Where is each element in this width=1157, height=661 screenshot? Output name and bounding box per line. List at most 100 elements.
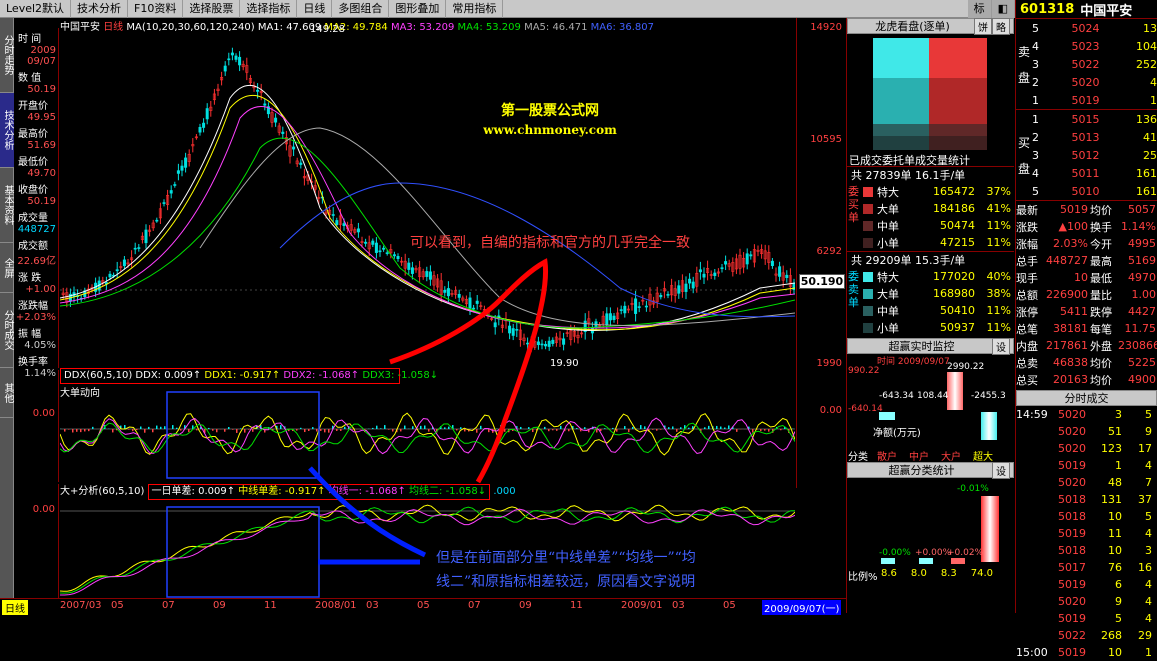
ma5-line: [200, 128, 795, 325]
tab-other[interactable]: 其他: [0, 368, 14, 418]
trade-row: 501914: [1016, 457, 1157, 474]
time-tick: 09: [519, 600, 532, 611]
toolbar-select-indicator[interactable]: 选择指标: [240, 0, 297, 18]
ddx-bar: [628, 429, 630, 432]
tab-minute-chart[interactable]: 分时走势: [0, 18, 14, 93]
ddx-bar: [68, 429, 70, 430]
candle-body: [703, 274, 705, 277]
quote-stats: 最新5019均价5057涨跌▲100换手1.14%涨幅2.03%今开4995总手…: [1016, 200, 1157, 388]
trade-row: 5019114: [1016, 525, 1157, 542]
toolbar-tech[interactable]: 技术分析: [71, 0, 128, 18]
candlestick-chart[interactable]: 149.28 19.90: [60, 18, 795, 368]
book-row[interactable]: 45023104: [1032, 37, 1157, 55]
time-tick: 2008/01: [315, 600, 357, 611]
stat-name: 小单: [877, 320, 913, 336]
classify-val-mid: 8.0: [911, 568, 927, 579]
candle-body: [116, 270, 118, 271]
stock-code: 601318: [1020, 2, 1074, 17]
candle-body: [426, 271, 428, 276]
time-axis: 日线 2007/03050709112008/0103050709112009/…: [0, 598, 846, 613]
candle-body: [364, 242, 366, 243]
trades-list[interactable]: 14:5950203550205195020123175019145020487…: [1016, 406, 1157, 661]
trades-header: 分时成交: [1016, 390, 1157, 406]
ddx-bar: [404, 426, 406, 429]
candle-body: [375, 243, 377, 253]
toolbar-period[interactable]: 日线: [297, 0, 332, 18]
toolbar-btn-b[interactable]: ◧: [992, 0, 1015, 18]
classify-pct-2: +0.00%: [915, 548, 951, 558]
toolbar-common-indicator[interactable]: 常用指标: [446, 0, 503, 18]
trade-time: 14:59: [1016, 408, 1050, 421]
book-row[interactable]: 15015136: [1032, 110, 1157, 128]
toolbar-f10[interactable]: F10资料: [128, 0, 183, 18]
classify-settings-button[interactable]: 设: [992, 462, 1010, 479]
ddx-bar: [676, 429, 678, 432]
quote-stat-label: 涨幅: [1016, 236, 1044, 252]
book-row[interactable]: 2501341: [1032, 128, 1157, 146]
candle-body: [332, 215, 334, 216]
ddx-bar: [152, 429, 154, 432]
stat-row: 小单5093711%: [863, 319, 1014, 336]
book-level: 5: [1032, 185, 1050, 198]
stat-row: 小单4721511%: [863, 234, 1014, 251]
book-row[interactable]: 35022252: [1032, 55, 1157, 73]
candle-body: [156, 220, 158, 221]
book-level: 1: [1032, 94, 1050, 107]
ddx-bar: [532, 429, 534, 432]
candle-body: [228, 59, 230, 60]
sub2-ma1: 均线一: -1.068↑: [329, 486, 406, 497]
toolbar-layout[interactable]: Level2默认: [0, 0, 71, 18]
watermark-title: 第一股票公式网: [450, 100, 650, 120]
trade-count: 1: [1122, 646, 1152, 659]
candle-body: [138, 248, 140, 249]
ddx-bar: [488, 429, 490, 432]
ddx-bar: [520, 427, 522, 429]
candle-body: [181, 166, 183, 170]
time-tick: 07: [162, 600, 175, 611]
quote-stat-label: 总手: [1016, 253, 1044, 269]
book-row[interactable]: 250204: [1032, 73, 1157, 91]
book-row[interactable]: 55010161: [1032, 182, 1157, 200]
tab-tech-analysis[interactable]: 技术分析: [0, 93, 14, 168]
toolbar-select-stock[interactable]: 选择股票: [183, 0, 240, 18]
quote-stat-row: 总买20163均价4900: [1016, 371, 1157, 388]
quote-stat-value: 1.00: [1118, 288, 1156, 301]
trade-price: 5022: [1050, 629, 1086, 642]
toolbar-multi[interactable]: 多图组合: [332, 0, 389, 18]
ddx-chart[interactable]: [60, 384, 795, 484]
trade-price: 5017: [1050, 561, 1086, 574]
candle-body: [494, 323, 496, 327]
stat-pct: 40%: [975, 270, 1011, 283]
stat-row: 中单5047411%: [863, 217, 1014, 234]
dragon-brief-button[interactable]: 略: [992, 18, 1010, 35]
realtime-settings-button[interactable]: 设: [992, 338, 1010, 355]
tab-fullscreen[interactable]: 全屏: [0, 243, 14, 293]
trade-count: 4: [1122, 612, 1152, 625]
trade-count: 4: [1122, 595, 1152, 608]
toolbar-btn-a[interactable]: 标: [968, 0, 992, 18]
sell-stats-rows: 特大17702040%大单16898038%中单5041011%小单509371…: [847, 268, 1014, 336]
quote-stat-row: 最新5019均价5057: [1016, 201, 1157, 218]
book-row[interactable]: 5502413: [1032, 19, 1157, 37]
book-row[interactable]: 45011161: [1032, 164, 1157, 182]
toolbar-overlay[interactable]: 图形叠加: [389, 0, 446, 18]
tab-trades[interactable]: 分时成交: [0, 293, 14, 368]
dragon-pie-button[interactable]: 饼: [974, 18, 992, 35]
candle-body: [771, 261, 773, 266]
ddx-bar: [656, 429, 658, 431]
trade-count: 7: [1122, 476, 1152, 489]
time-tick: 05: [417, 600, 430, 611]
trade-price: 5018: [1050, 544, 1086, 557]
tab-basic-info[interactable]: 基本资料: [0, 168, 14, 243]
ddx-bar: [388, 429, 390, 430]
stat-pct: 38%: [975, 287, 1011, 300]
candle-body: [541, 344, 543, 345]
book-row[interactable]: 3501225: [1032, 146, 1157, 164]
ddx-bar: [248, 429, 250, 430]
realtime-v5: -2455.3: [971, 391, 1006, 401]
ddx-bar: [644, 426, 646, 429]
book-row[interactable]: 150191: [1032, 91, 1157, 109]
realtime-v4: 108.44: [917, 391, 949, 401]
ddx-bar: [688, 428, 690, 429]
book-price: 5011: [1050, 167, 1100, 180]
